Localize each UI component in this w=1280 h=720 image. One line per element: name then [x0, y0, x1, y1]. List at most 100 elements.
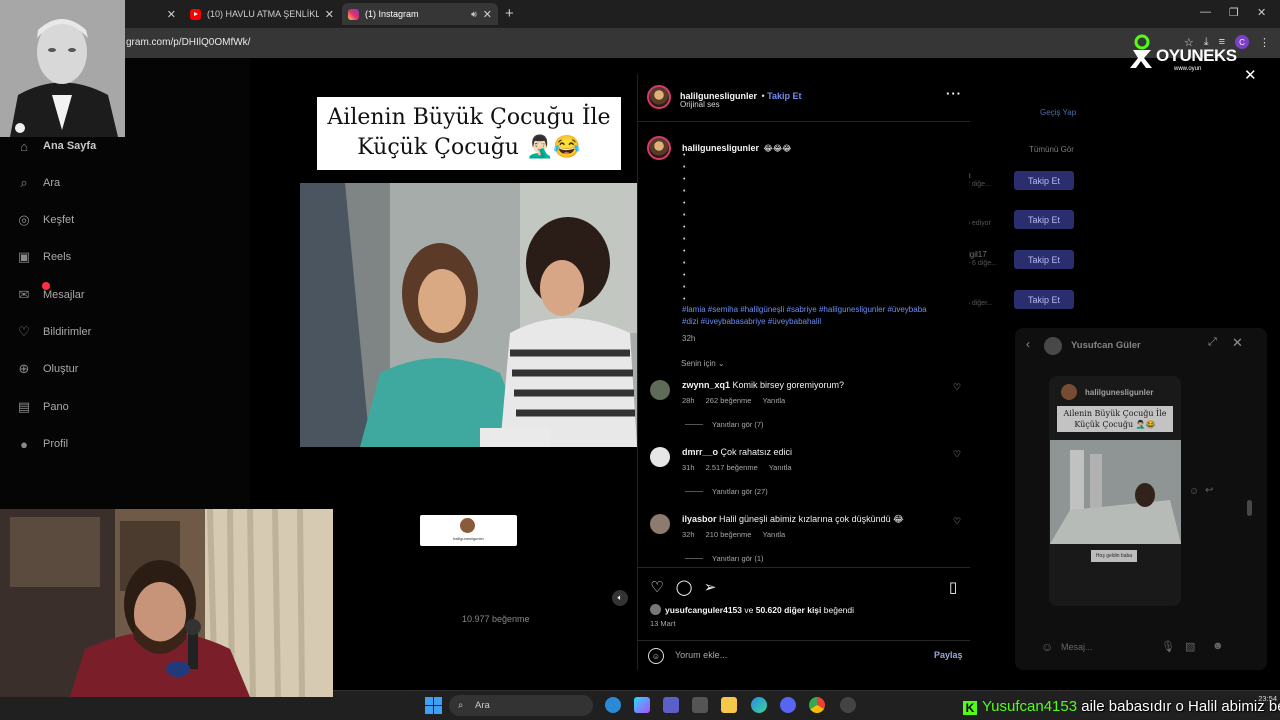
reply-button[interactable]: Yanıtla	[762, 530, 785, 539]
sidebar-item-notifications[interactable]: ♡ Bildirimler	[16, 324, 91, 340]
new-tab-icon[interactable]: +	[505, 5, 514, 22]
liked-by-count[interactable]: 50.620 diğer kişi	[756, 605, 822, 615]
close-window-icon[interactable]: ✕	[1257, 6, 1266, 19]
folder-icon[interactable]	[721, 697, 737, 713]
speaker-icon[interactable]: 🔊︎	[471, 9, 477, 20]
sidebar-item-profile[interactable]: ● Profil	[16, 436, 68, 452]
like-comment-icon[interactable]: ♡	[953, 449, 961, 460]
like-comment-icon[interactable]: ♡	[953, 516, 961, 527]
comment-likes[interactable]: 262 beğenme	[706, 396, 752, 405]
comment-meta: 31h 2.517 beğenme Yanıtla	[682, 463, 801, 472]
close-tab-icon[interactable]: ✕	[167, 8, 176, 21]
sidebar-item-messages[interactable]: ✉ Mesajlar	[16, 282, 85, 303]
minimize-icon[interactable]: —	[1200, 6, 1211, 18]
reply-button[interactable]: Yanıtla	[762, 396, 785, 405]
caption-bullet: •	[683, 164, 686, 171]
image-icon[interactable]: ▧	[1185, 640, 1195, 653]
sidebar-item-explore[interactable]: ◎ Keşfet	[16, 212, 74, 228]
comment-input[interactable]	[675, 650, 915, 660]
send-icon[interactable]: ➢	[701, 578, 719, 596]
sidebar-item-create[interactable]: ⊕ Oluştur	[16, 361, 79, 377]
close-tab-icon[interactable]: ✕	[483, 8, 492, 21]
back-icon[interactable]: ‹	[1026, 337, 1030, 351]
comment-likes[interactable]: 2.517 beğenme	[706, 463, 758, 472]
like-comment-icon[interactable]: ♡	[953, 382, 961, 393]
video-frame[interactable]	[300, 183, 637, 447]
bookmark-icon[interactable]: ▯	[944, 578, 962, 596]
react-icon[interactable]: ☺	[1189, 486, 1199, 497]
hashtags[interactable]: #lamia #semiha #halilgüneşli #sabriye #h…	[682, 304, 942, 328]
liked-by[interactable]: yusufcanguler4153 ve 50.620 diğer kişi b…	[650, 604, 854, 615]
caption-bullet: •	[683, 152, 686, 159]
sidebar-item-dashboard[interactable]: ▤ Pano	[16, 399, 69, 415]
comment-bubble-icon[interactable]: ◯	[675, 578, 693, 596]
comment-user[interactable]: zwynn_xq1	[682, 380, 730, 390]
close-tab-icon[interactable]: ✕	[325, 8, 334, 21]
avatar[interactable]	[647, 136, 671, 160]
dm-contact-name[interactable]: Yusufcan Güler	[1071, 340, 1141, 351]
windows-start-icon[interactable]	[425, 697, 442, 714]
microphone-icon[interactable]: 🎙︎	[1161, 640, 1175, 653]
edge-icon[interactable]	[751, 697, 767, 713]
comments-scroll[interactable]: halilgunesligunler 😂😂😂 • • • • • • • • •…	[638, 122, 970, 567]
caption-username[interactable]: halilgunesligunler	[682, 143, 759, 153]
reply-icon[interactable]: ↩	[1205, 485, 1213, 496]
sidebar-item-reels[interactable]: ▣ Reels	[16, 249, 71, 265]
discord-icon[interactable]	[780, 697, 796, 713]
reply-button[interactable]: Yanıtla	[769, 463, 792, 472]
more-options-icon[interactable]: ···	[946, 86, 962, 101]
avatar[interactable]	[650, 447, 670, 467]
browser-app-icon[interactable]	[605, 697, 621, 713]
follow-button[interactable]: Takip Et	[1014, 210, 1074, 229]
shared-post-card[interactable]: halilgunesligunler Ailenin Büyük Çocuğu …	[1049, 376, 1181, 606]
follow-button[interactable]: Takip Et	[1014, 250, 1074, 269]
view-replies[interactable]: Yanıtları gör (27)	[685, 487, 768, 496]
copilot-icon[interactable]	[634, 697, 650, 713]
tab-youtube[interactable]: (10) HAVLU ATMA ŞENLİKLERİ ✕	[184, 3, 340, 25]
sort-dropdown[interactable]: Senin için ⌄	[681, 359, 725, 368]
address-bar[interactable]: gram.com/p/DHIlQ0OMfWk/ ☆ ⤓ ≡ C ⋮	[0, 28, 1280, 58]
follow-link[interactable]: Takip Et	[767, 91, 801, 101]
portrait-image	[0, 0, 125, 137]
follow-button[interactable]: Takip Et	[1014, 290, 1074, 309]
caption-bullet: •	[683, 236, 686, 243]
sidebar-item-search[interactable]: ⌕ Ara	[16, 175, 60, 191]
comment-user[interactable]: ilyasbor	[682, 514, 717, 524]
share-button[interactable]: Paylaş	[934, 650, 963, 660]
tab-instagram[interactable]: (1) Instagram 🔊︎ ✕	[342, 3, 498, 25]
view-replies[interactable]: Yanıtları gör (7)	[685, 420, 764, 429]
restore-icon[interactable]: ❐	[1229, 6, 1239, 19]
comment-likes[interactable]: 210 beğenme	[706, 530, 752, 539]
sticker-icon[interactable]: ☻	[1212, 640, 1224, 652]
emoji-icon[interactable]: ☺	[1041, 640, 1053, 654]
avatar[interactable]	[650, 514, 670, 534]
chrome-icon[interactable]	[809, 697, 825, 713]
settings-icon[interactable]	[840, 697, 856, 713]
follow-button[interactable]: Takip Et	[1014, 171, 1074, 190]
teams-icon[interactable]	[663, 697, 679, 713]
volume-icon[interactable]: 🔈︎	[612, 590, 628, 606]
see-all-link[interactable]: Tümünü Gör	[1029, 145, 1074, 154]
comment-user[interactable]: dmrr__o	[682, 447, 718, 457]
avatar[interactable]	[1044, 337, 1062, 355]
menu-icon[interactable]: ⋮	[1259, 36, 1270, 49]
liked-by-user[interactable]: yusufcanguler4153	[665, 605, 742, 615]
scrollbar[interactable]	[1247, 500, 1252, 516]
avatar[interactable]	[650, 380, 670, 400]
profile-avatar[interactable]: C	[1235, 35, 1249, 49]
channel-card[interactable]: halilgunesligunler	[420, 515, 517, 546]
emoji-icon[interactable]: ☺	[648, 648, 664, 664]
sidebar-item-home[interactable]: ⌂ Ana Sayfa	[16, 138, 96, 154]
taskbar-search[interactable]: ⌕ Ara	[449, 695, 593, 716]
message-input[interactable]: Mesaj...	[1061, 642, 1093, 652]
switch-account-link[interactable]: Geçiş Yap	[1040, 108, 1076, 117]
avatar[interactable]	[647, 85, 671, 109]
expand-icon[interactable]: ⤢	[1208, 336, 1217, 349]
store-icon[interactable]	[692, 697, 708, 713]
audio-label[interactable]: Orijinal ses	[680, 100, 720, 109]
like-heart-icon[interactable]: ♡	[648, 578, 666, 596]
view-replies[interactable]: Yanıtları gör (1)	[685, 554, 764, 563]
close-icon[interactable]: ✕	[1232, 335, 1243, 351]
close-icon[interactable]: ✕	[1244, 66, 1257, 84]
url-text[interactable]: gram.com/p/DHIlQ0OMfWk/	[126, 37, 250, 48]
